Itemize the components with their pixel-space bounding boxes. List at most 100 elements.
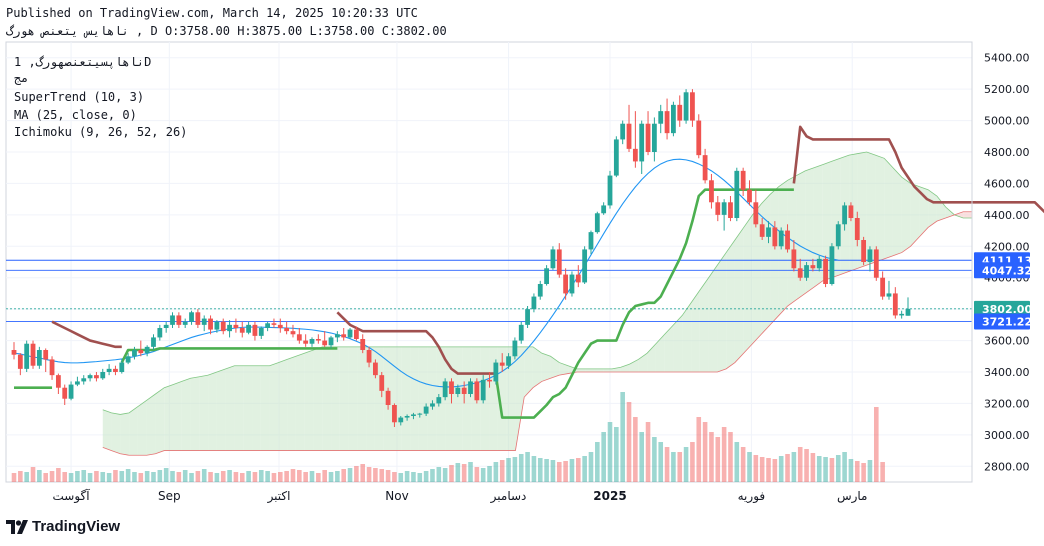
candle-body[interactable] xyxy=(816,258,822,269)
candle-body[interactable] xyxy=(835,224,841,247)
candle-body[interactable] xyxy=(220,321,226,332)
candle-body[interactable] xyxy=(582,249,588,283)
candle-body[interactable] xyxy=(227,324,232,332)
candle-body[interactable] xyxy=(848,205,854,218)
candle-body[interactable] xyxy=(309,339,315,344)
candle-body[interactable] xyxy=(334,334,340,338)
candle-body[interactable] xyxy=(322,340,328,346)
candle-body[interactable] xyxy=(455,387,461,394)
candle-body[interactable] xyxy=(575,274,581,283)
candle-body[interactable] xyxy=(645,123,651,152)
candle-body[interactable] xyxy=(747,189,752,203)
candle-body[interactable] xyxy=(512,340,518,357)
candle-body[interactable] xyxy=(823,258,828,284)
candle-body[interactable] xyxy=(404,416,410,418)
candle-body[interactable] xyxy=(753,202,759,225)
candle-body[interactable] xyxy=(702,155,708,181)
candle-body[interactable] xyxy=(607,175,613,206)
candle-body[interactable] xyxy=(252,324,258,336)
candle-body[interactable] xyxy=(49,359,55,376)
candle-body[interactable] xyxy=(626,123,632,149)
candle-body[interactable] xyxy=(151,337,156,347)
candle-body[interactable] xyxy=(189,312,194,322)
candle-body[interactable] xyxy=(873,249,879,278)
candle-body[interactable] xyxy=(30,343,36,366)
candle-body[interactable] xyxy=(373,362,378,376)
candle-body[interactable] xyxy=(715,202,721,215)
candle-body[interactable] xyxy=(182,321,188,325)
candle-body[interactable] xyxy=(265,323,271,328)
ma-legend[interactable]: MA (25, close, 0) xyxy=(14,108,137,122)
candle-body[interactable] xyxy=(785,230,790,250)
price-chart[interactable]: 5400.00 5200.00 5000.00 4800.00 4600.00 4400.… xyxy=(0,0,1044,546)
candle-body[interactable] xyxy=(170,315,175,325)
candle-body[interactable] xyxy=(778,230,784,247)
candle-body[interactable] xyxy=(639,123,645,162)
candle-body[interactable] xyxy=(594,213,600,233)
candle-body[interactable] xyxy=(233,324,239,328)
candle-body[interactable] xyxy=(518,324,524,341)
candle-body[interactable] xyxy=(144,346,150,354)
candle-body[interactable] xyxy=(728,202,733,218)
candle-body[interactable] xyxy=(157,328,163,338)
candle-body[interactable] xyxy=(214,321,220,330)
candle-body[interactable] xyxy=(119,362,125,372)
candle-body[interactable] xyxy=(417,413,423,415)
candle-body[interactable] xyxy=(791,249,797,269)
candle-body[interactable] xyxy=(544,268,549,284)
candle-body[interactable] xyxy=(138,350,144,354)
candle-body[interactable] xyxy=(734,170,740,218)
candle-body[interactable] xyxy=(347,329,353,338)
candle-body[interactable] xyxy=(195,312,201,325)
candle-body[interactable] xyxy=(208,318,213,330)
candle-body[interactable] xyxy=(100,372,106,379)
candle-body[interactable] xyxy=(132,350,137,357)
candle-body[interactable] xyxy=(303,340,309,344)
candle-body[interactable] xyxy=(163,324,169,328)
candle-body[interactable] xyxy=(328,337,334,346)
candle-body[interactable] xyxy=(651,123,657,152)
candle-body[interactable] xyxy=(499,362,505,366)
candle-body[interactable] xyxy=(125,356,131,363)
candle-body[interactable] xyxy=(55,375,61,388)
candle-body[interactable] xyxy=(290,331,296,335)
candle-body[interactable] xyxy=(341,334,347,338)
candle-body[interactable] xyxy=(892,293,898,316)
candle-body[interactable] xyxy=(886,293,892,297)
candle-body[interactable] xyxy=(721,202,727,215)
candle-body[interactable] xyxy=(905,308,911,316)
candle-body[interactable] xyxy=(271,323,277,325)
candle-body[interactable] xyxy=(683,92,689,121)
candle-body[interactable] xyxy=(246,324,251,333)
candle-body[interactable] xyxy=(677,104,683,121)
candle-body[interactable] xyxy=(810,265,816,269)
candle-body[interactable] xyxy=(531,296,537,310)
candle-body[interactable] xyxy=(766,227,771,237)
candle-body[interactable] xyxy=(11,350,17,355)
candle-body[interactable] xyxy=(880,277,886,297)
candle-body[interactable] xyxy=(861,240,867,262)
candle-body[interactable] xyxy=(842,205,847,225)
candle-body[interactable] xyxy=(75,381,80,385)
candle-body[interactable] xyxy=(62,387,68,399)
candle-body[interactable] xyxy=(588,232,594,250)
candle-body[interactable] xyxy=(36,350,42,366)
candle-body[interactable] xyxy=(94,375,99,379)
candle-body[interactable] xyxy=(696,120,702,156)
candle-body[interactable] xyxy=(569,274,575,294)
candle-body[interactable] xyxy=(690,92,695,121)
candle-body[interactable] xyxy=(430,403,435,407)
candle-body[interactable] xyxy=(315,339,321,341)
candle-body[interactable] xyxy=(176,315,182,325)
candle-body[interactable] xyxy=(759,224,765,237)
candle-body[interactable] xyxy=(804,265,809,278)
candle-body[interactable] xyxy=(436,397,442,404)
candle-body[interactable] xyxy=(379,375,385,391)
candle-body[interactable] xyxy=(392,405,397,423)
candle-body[interactable] xyxy=(353,329,359,339)
candle-body[interactable] xyxy=(366,350,372,363)
candle-body[interactable] xyxy=(106,368,112,372)
candle-body[interactable] xyxy=(797,268,803,278)
candle-body[interactable] xyxy=(24,343,30,369)
candle-body[interactable] xyxy=(277,324,283,328)
